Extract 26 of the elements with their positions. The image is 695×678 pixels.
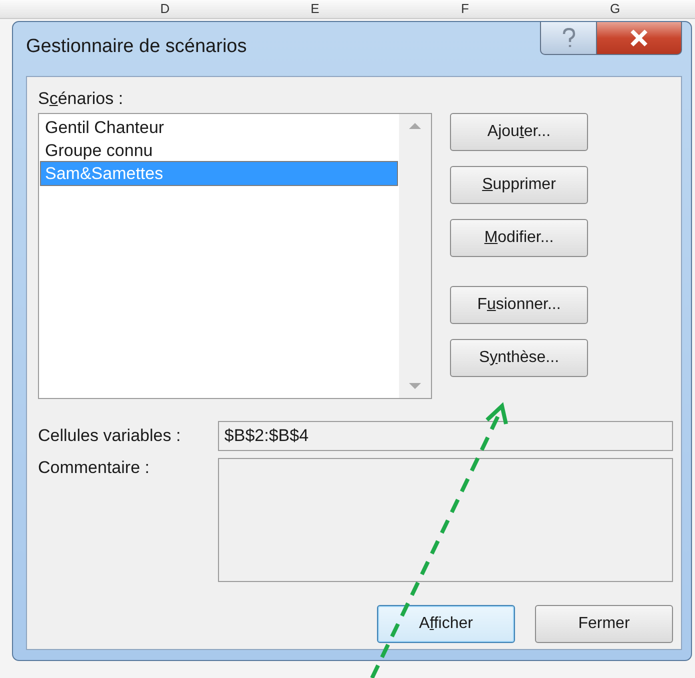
window-title: Gestionnaire de scénarios [26, 36, 248, 58]
dialog-button[interactable]: Fusionner... [450, 286, 588, 324]
scroll-down-icon[interactable] [409, 383, 421, 390]
field-label: Cellules variables : [38, 426, 182, 446]
column-header: D [159, 0, 171, 18]
column-header: F [460, 0, 470, 18]
scenarios-label: Scénarios : [38, 89, 124, 109]
dialog-button[interactable]: Ajouter... [450, 113, 588, 151]
comment-field[interactable] [218, 458, 673, 582]
column-header: E [310, 0, 320, 18]
dialog-button[interactable]: Fermer [535, 605, 673, 643]
close-icon [629, 29, 649, 47]
list-item[interactable]: Groupe connu [41, 139, 397, 162]
dialog-button[interactable]: Afficher [377, 605, 515, 643]
changing-cells-field[interactable]: $B$2:$B$4 [218, 421, 673, 451]
help-button[interactable] [540, 22, 597, 55]
dialog-button[interactable]: Synthèse... [450, 339, 588, 377]
column-header: G [608, 0, 622, 18]
dialog-button[interactable]: Modifier... [450, 219, 588, 257]
list-item[interactable]: Gentil Chanteur [41, 116, 397, 139]
help-icon [562, 28, 576, 48]
scenario-list[interactable]: Gentil Chanteur Groupe connu Sam&Samettes [38, 113, 432, 399]
scroll-up-icon[interactable] [409, 122, 421, 129]
close-button[interactable] [597, 22, 682, 55]
dialog-button[interactable]: Supprimer [450, 166, 588, 204]
field-label: Commentaire : [38, 458, 150, 478]
